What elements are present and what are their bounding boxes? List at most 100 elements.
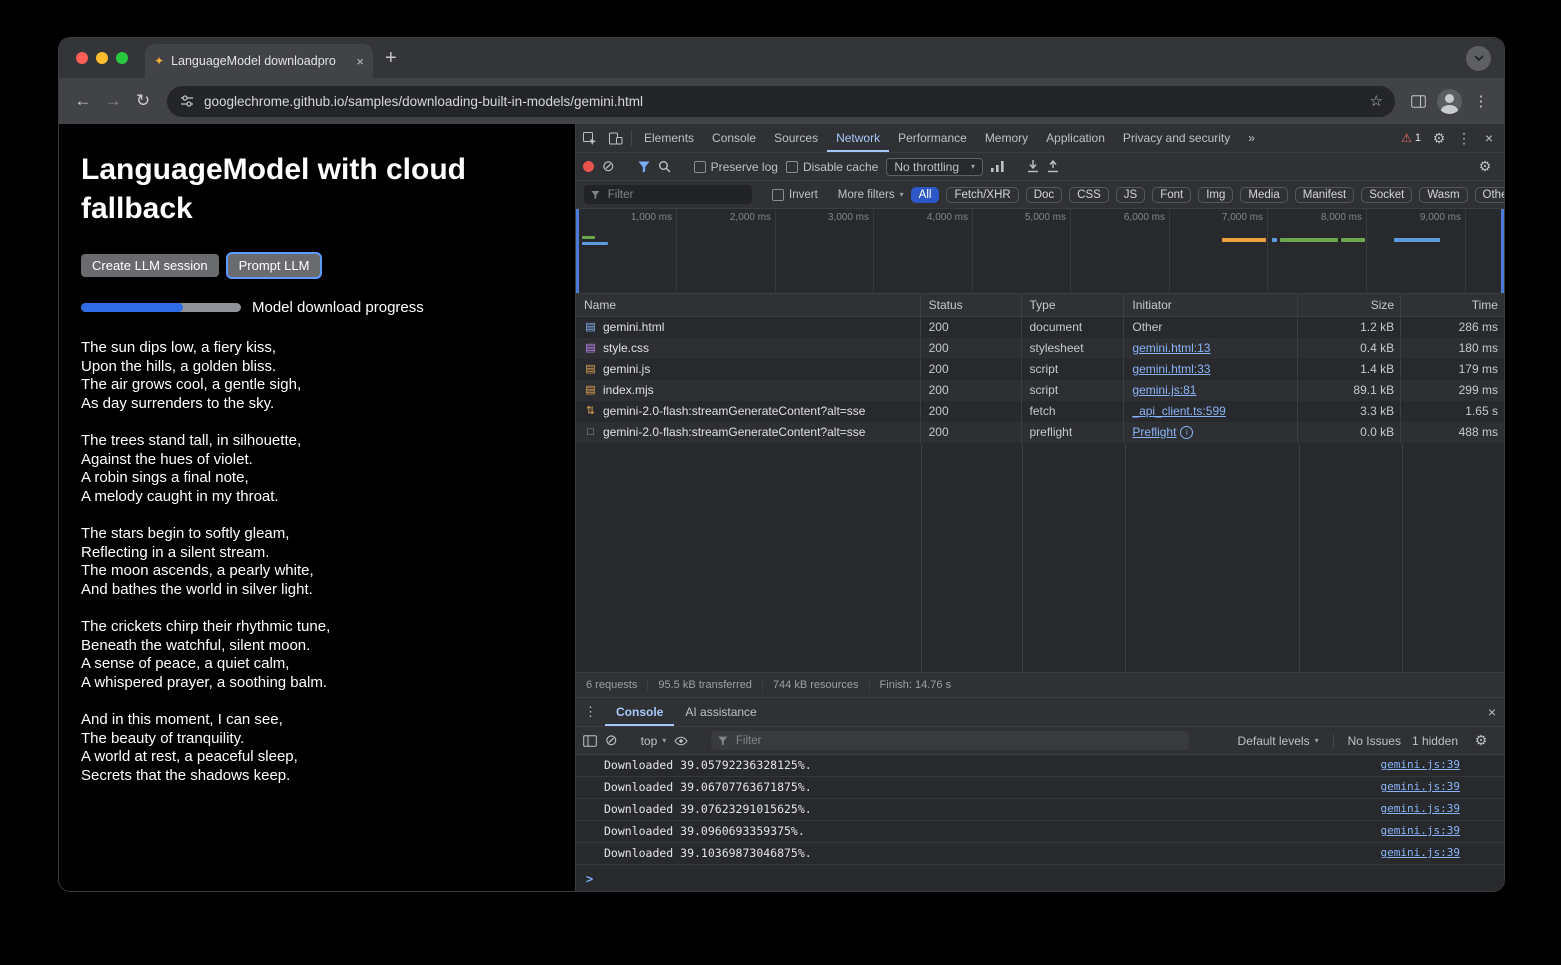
browser-tab[interactable]: ✦ LanguageModel downloadpro ×	[145, 44, 373, 78]
network-conditions-icon[interactable]	[991, 161, 1004, 172]
eye-icon[interactable]	[674, 736, 688, 746]
back-button[interactable]: ←	[68, 86, 98, 116]
new-tab-button[interactable]: +	[385, 48, 397, 68]
maximize-window-button[interactable]	[116, 52, 128, 64]
tab-network[interactable]: Network	[827, 124, 889, 152]
default-levels-select[interactable]: Default levels ▾	[1238, 734, 1319, 748]
network-request-row[interactable]: ▤index.mjs 200 script gemini.js:81 89.1 …	[576, 380, 1504, 401]
close-window-button[interactable]	[76, 52, 88, 64]
overview-right-handle[interactable]	[1501, 209, 1504, 293]
drawer-close-icon[interactable]: ×	[1480, 700, 1504, 724]
checkbox[interactable]	[786, 161, 798, 173]
forward-button[interactable]: →	[98, 86, 128, 116]
filter-pill-fetch-xhr[interactable]: Fetch/XHR	[946, 187, 1018, 203]
side-panel-icon[interactable]	[1404, 87, 1432, 115]
console-sidebar-icon[interactable]	[583, 735, 597, 747]
column-header-initiator[interactable]: Initiator	[1124, 294, 1298, 316]
console-source-link[interactable]: gemini.js:39	[1381, 755, 1460, 776]
filter-pill-socket[interactable]: Socket	[1361, 187, 1412, 203]
tab-search-button[interactable]	[1466, 46, 1491, 71]
import-har-icon[interactable]	[1027, 160, 1039, 173]
filter-pill-img[interactable]: Img	[1198, 187, 1233, 203]
network-filter-input[interactable]	[606, 188, 745, 202]
browser-menu-button[interactable]: ⋮	[1467, 87, 1495, 115]
network-request-row[interactable]: ▤gemini.html 200 document Other 1.2 kB 2…	[576, 317, 1504, 338]
tab-sources[interactable]: Sources	[765, 124, 827, 152]
checkbox[interactable]	[772, 189, 784, 201]
tab-elements[interactable]: Elements	[635, 124, 703, 152]
no-issues-label[interactable]: No Issues	[1348, 734, 1401, 748]
console-source-link[interactable]: gemini.js:39	[1381, 821, 1460, 842]
device-toolbar-icon[interactable]	[602, 124, 628, 152]
record-network-log-button[interactable]	[583, 161, 594, 172]
error-count-badge[interactable]: ⚠ 1	[1396, 131, 1426, 145]
column-header-size[interactable]: Size	[1298, 294, 1401, 316]
prompt-llm-button[interactable]: Prompt LLM	[228, 254, 321, 277]
console-filter-input[interactable]	[734, 734, 1182, 748]
network-search-icon[interactable]	[658, 160, 671, 173]
invert-checkbox[interactable]: Invert	[772, 189, 818, 201]
console-context-select[interactable]: top ▾	[641, 734, 667, 748]
hidden-messages-label[interactable]: 1 hidden	[1412, 734, 1458, 748]
network-overview[interactable]: 1,000 ms 2,000 ms 3,000 ms 4,000 ms 5,00…	[576, 209, 1504, 294]
filter-pill-wasm[interactable]: Wasm	[1419, 187, 1467, 203]
filter-pill-doc[interactable]: Doc	[1026, 187, 1062, 203]
clear-console-button[interactable]: ⊘	[605, 733, 618, 748]
omnibox[interactable]: googlechrome.github.io/samples/downloadi…	[167, 86, 1395, 117]
column-header-name[interactable]: Name	[576, 294, 921, 316]
bookmark-icon[interactable]: ☆	[1370, 92, 1383, 110]
column-header-status[interactable]: Status	[921, 294, 1022, 316]
profile-avatar[interactable]	[1437, 89, 1462, 114]
tab-close-icon[interactable]: ×	[356, 54, 364, 69]
filter-pill-manifest[interactable]: Manifest	[1295, 187, 1354, 203]
devtools-menu-icon[interactable]: ⋮	[1452, 126, 1476, 150]
filter-pill-other[interactable]: Other	[1475, 187, 1504, 203]
drawer-menu-icon[interactable]: ⋮	[576, 698, 605, 726]
disable-cache-checkbox[interactable]: Disable cache	[786, 160, 878, 174]
filter-pill-css[interactable]: CSS	[1069, 187, 1109, 203]
network-request-row[interactable]: ▤gemini.js 200 script gemini.html:33 1.4…	[576, 359, 1504, 380]
initiator-link[interactable]: gemini.html:33	[1132, 362, 1210, 376]
console-prompt[interactable]: >	[576, 865, 1504, 886]
overview-left-handle[interactable]	[576, 209, 579, 293]
column-header-type[interactable]: Type	[1022, 294, 1125, 316]
tab-memory[interactable]: Memory	[976, 124, 1037, 152]
network-request-row[interactable]: ⇅gemini-2.0-flash:streamGenerateContent?…	[576, 401, 1504, 422]
initiator-link[interactable]: _api_client.ts:599	[1132, 404, 1225, 418]
filter-pill-media[interactable]: Media	[1240, 187, 1287, 203]
filter-pill-all[interactable]: All	[911, 187, 940, 203]
column-header-time[interactable]: Time	[1401, 294, 1504, 316]
network-settings-icon[interactable]: ⚙	[1473, 155, 1497, 179]
initiator-link[interactable]: Preflight	[1132, 425, 1176, 439]
console-source-link[interactable]: gemini.js:39	[1381, 843, 1460, 864]
console-settings-icon[interactable]: ⚙	[1469, 729, 1493, 753]
tab-console[interactable]: Console	[703, 124, 765, 152]
clear-network-log-button[interactable]: ⊘	[602, 159, 615, 174]
console-source-link[interactable]: gemini.js:39	[1381, 799, 1460, 820]
filter-toggle-icon[interactable]	[638, 161, 650, 173]
url-text[interactable]: googlechrome.github.io/samples/downloadi…	[204, 94, 1361, 109]
filter-pill-js[interactable]: JS	[1116, 187, 1145, 203]
network-request-row[interactable]: □gemini-2.0-flash:streamGenerateContent?…	[576, 422, 1504, 443]
checkbox[interactable]	[694, 161, 706, 173]
preserve-log-checkbox[interactable]: Preserve log	[694, 160, 778, 174]
site-info-icon[interactable]	[179, 93, 195, 109]
network-request-row[interactable]: ▤style.css 200 stylesheet gemini.html:13…	[576, 338, 1504, 359]
devtools-close-icon[interactable]: ×	[1477, 126, 1501, 150]
throttling-select[interactable]: No throttling ▾	[886, 158, 983, 176]
initiator-link[interactable]: gemini.html:13	[1132, 341, 1210, 355]
tab-privacy-and-security[interactable]: Privacy and security	[1114, 124, 1239, 152]
devtools-settings-icon[interactable]: ⚙	[1427, 126, 1451, 150]
drawer-tab-ai-assistance[interactable]: AI assistance	[674, 698, 767, 726]
more-filters-select[interactable]: More filters ▾	[838, 189, 904, 201]
reload-button[interactable]: ↻	[128, 86, 158, 116]
info-icon[interactable]: i	[1180, 426, 1193, 439]
filter-pill-font[interactable]: Font	[1152, 187, 1191, 203]
create-llm-session-button[interactable]: Create LLM session	[81, 254, 219, 277]
minimize-window-button[interactable]	[96, 52, 108, 64]
export-har-icon[interactable]	[1047, 160, 1059, 173]
tab-application[interactable]: Application	[1037, 124, 1114, 152]
inspect-element-icon[interactable]	[576, 124, 602, 152]
tab-performance[interactable]: Performance	[889, 124, 976, 152]
drawer-tab-console[interactable]: Console	[605, 698, 674, 726]
